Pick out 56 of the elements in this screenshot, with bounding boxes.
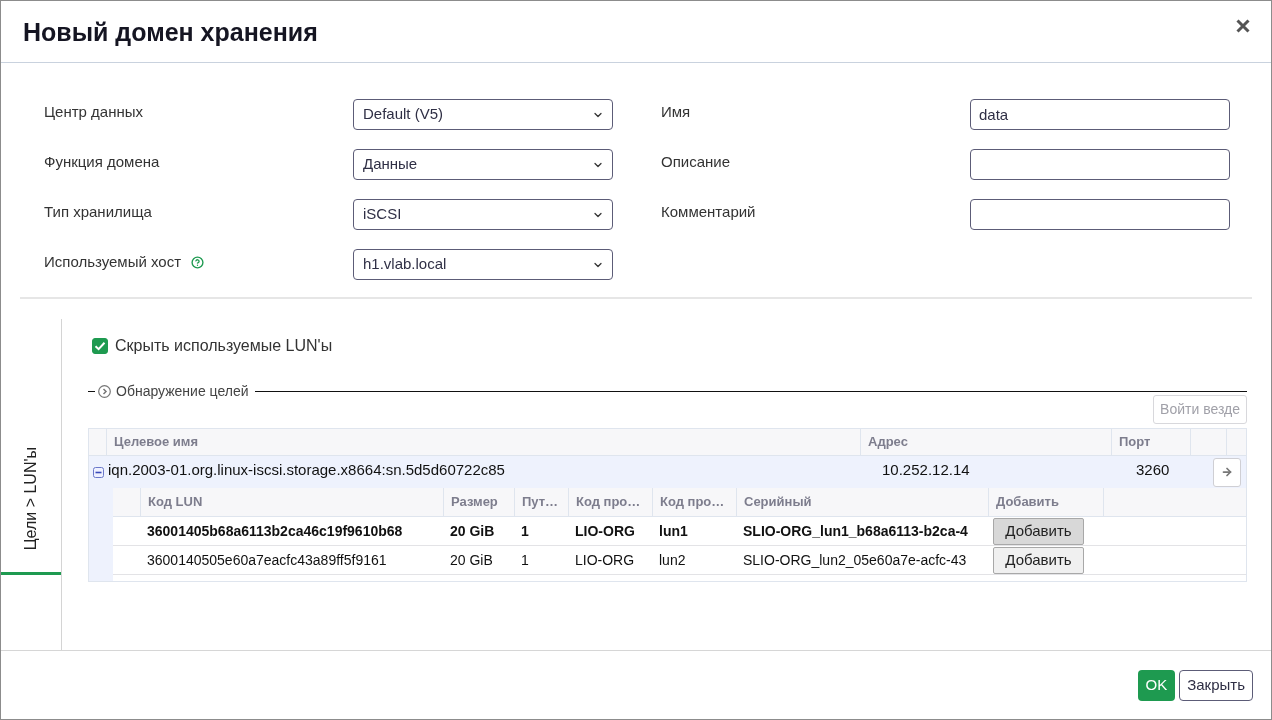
table-cell-text: 1 xyxy=(520,550,530,570)
table-cell-text: LIO-ORG xyxy=(574,521,636,541)
add-button[interactable]: Добавить xyxy=(993,517,1084,545)
select-field[interactable]: Данные xyxy=(353,149,613,180)
column-header: Адрес xyxy=(861,429,1112,455)
table-cell-text: 3600140505e60a7eacfc43a89ff5f9161 xyxy=(146,550,388,570)
checkbox[interactable] xyxy=(92,338,108,354)
section-legend[interactable]: Обнаружение целей xyxy=(116,380,249,402)
help-icon[interactable] xyxy=(191,256,205,269)
arrow-button[interactable] xyxy=(1213,457,1241,487)
table-row[interactable]: 3600140505e60a7eacfc43a89ff5f9161 20 GiB 1 LIO-ORG lun2 SLIO-ORG_lun2_05e60a7e-acfc-43 Добавить xyxy=(113,546,1246,575)
text-field[interactable] xyxy=(970,199,1230,230)
close-icon[interactable] xyxy=(1236,19,1250,33)
close-button[interactable]: Закрыть xyxy=(1179,669,1253,701)
table-cell-text: lun2 xyxy=(658,550,687,570)
table-cell-text: 20 GiB xyxy=(449,521,496,541)
side-tab[interactable]: Цели > LUN'ы xyxy=(1,319,61,575)
column-header: Добавить xyxy=(989,488,1104,516)
field-label: Имя xyxy=(661,102,691,123)
dialog-title: Новый домен хранения xyxy=(23,16,318,48)
column-header: Серийный xyxy=(737,488,989,516)
field-label: Функция домена xyxy=(44,152,160,173)
column-header: Размер xyxy=(444,488,515,516)
table-cell-text: 1 xyxy=(520,521,530,541)
column-header: Порт xyxy=(1112,429,1191,455)
table-row[interactable]: 36001405b68a6113b2ca46c19f9610b68 20 GiB 1 LIO-ORG lun1 SLIO-ORG_lun1_b68a6113-b2ca-4 Добавить xyxy=(113,517,1246,546)
table-cell: 10.252.12.14 xyxy=(882,461,970,478)
table-cell: iqn.2003-01.org.linux-iscsi.storage.x8664:sn.5d5d60722c85 xyxy=(108,461,505,478)
table-cell: 3260 xyxy=(1136,461,1170,478)
column-header: Код про… xyxy=(569,488,653,516)
table-cell-text: LIO-ORG xyxy=(574,550,636,570)
arrow-right-icon xyxy=(1221,466,1233,478)
table-cell-text: SLIO-ORG_lun1_b68a6113-b2ca-4 xyxy=(742,521,969,541)
text-field[interactable] xyxy=(970,149,1230,180)
column-header: Пут… xyxy=(515,488,569,516)
column-header: Код LUN xyxy=(141,488,444,516)
checkbox-label: Скрыть используемые LUN'ы xyxy=(115,336,333,356)
table-cell-text: lun1 xyxy=(658,521,689,541)
add-button[interactable]: Добавить xyxy=(993,546,1084,574)
collapse-icon[interactable] xyxy=(93,467,104,478)
column-header: Целевое имя xyxy=(107,429,861,455)
table-cell-text: SLIO-ORG_lun2_05e60a7e-acfc-43 xyxy=(742,550,968,570)
select-field[interactable]: Default (V5) xyxy=(353,99,613,130)
column-header: Код про… xyxy=(653,488,737,516)
field-label: Тип хранилища xyxy=(44,202,152,223)
select-field[interactable]: iSCSI xyxy=(353,199,613,230)
table-cell-text: 20 GiB xyxy=(449,550,494,570)
chevron-right-circle-icon[interactable] xyxy=(98,384,111,398)
select-field[interactable]: h1.vlab.local xyxy=(353,249,613,280)
field-label: Описание xyxy=(661,152,731,173)
field-label: Центр данных xyxy=(44,102,144,123)
field-label: Используемый хост xyxy=(44,252,182,273)
text-field[interactable]: data xyxy=(970,99,1230,130)
field-label: Комментарий xyxy=(661,202,756,223)
table-cell-text: 36001405b68a6113b2ca46c19f9610b68 xyxy=(146,521,404,541)
ok-button[interactable]: OK xyxy=(1137,669,1176,701)
